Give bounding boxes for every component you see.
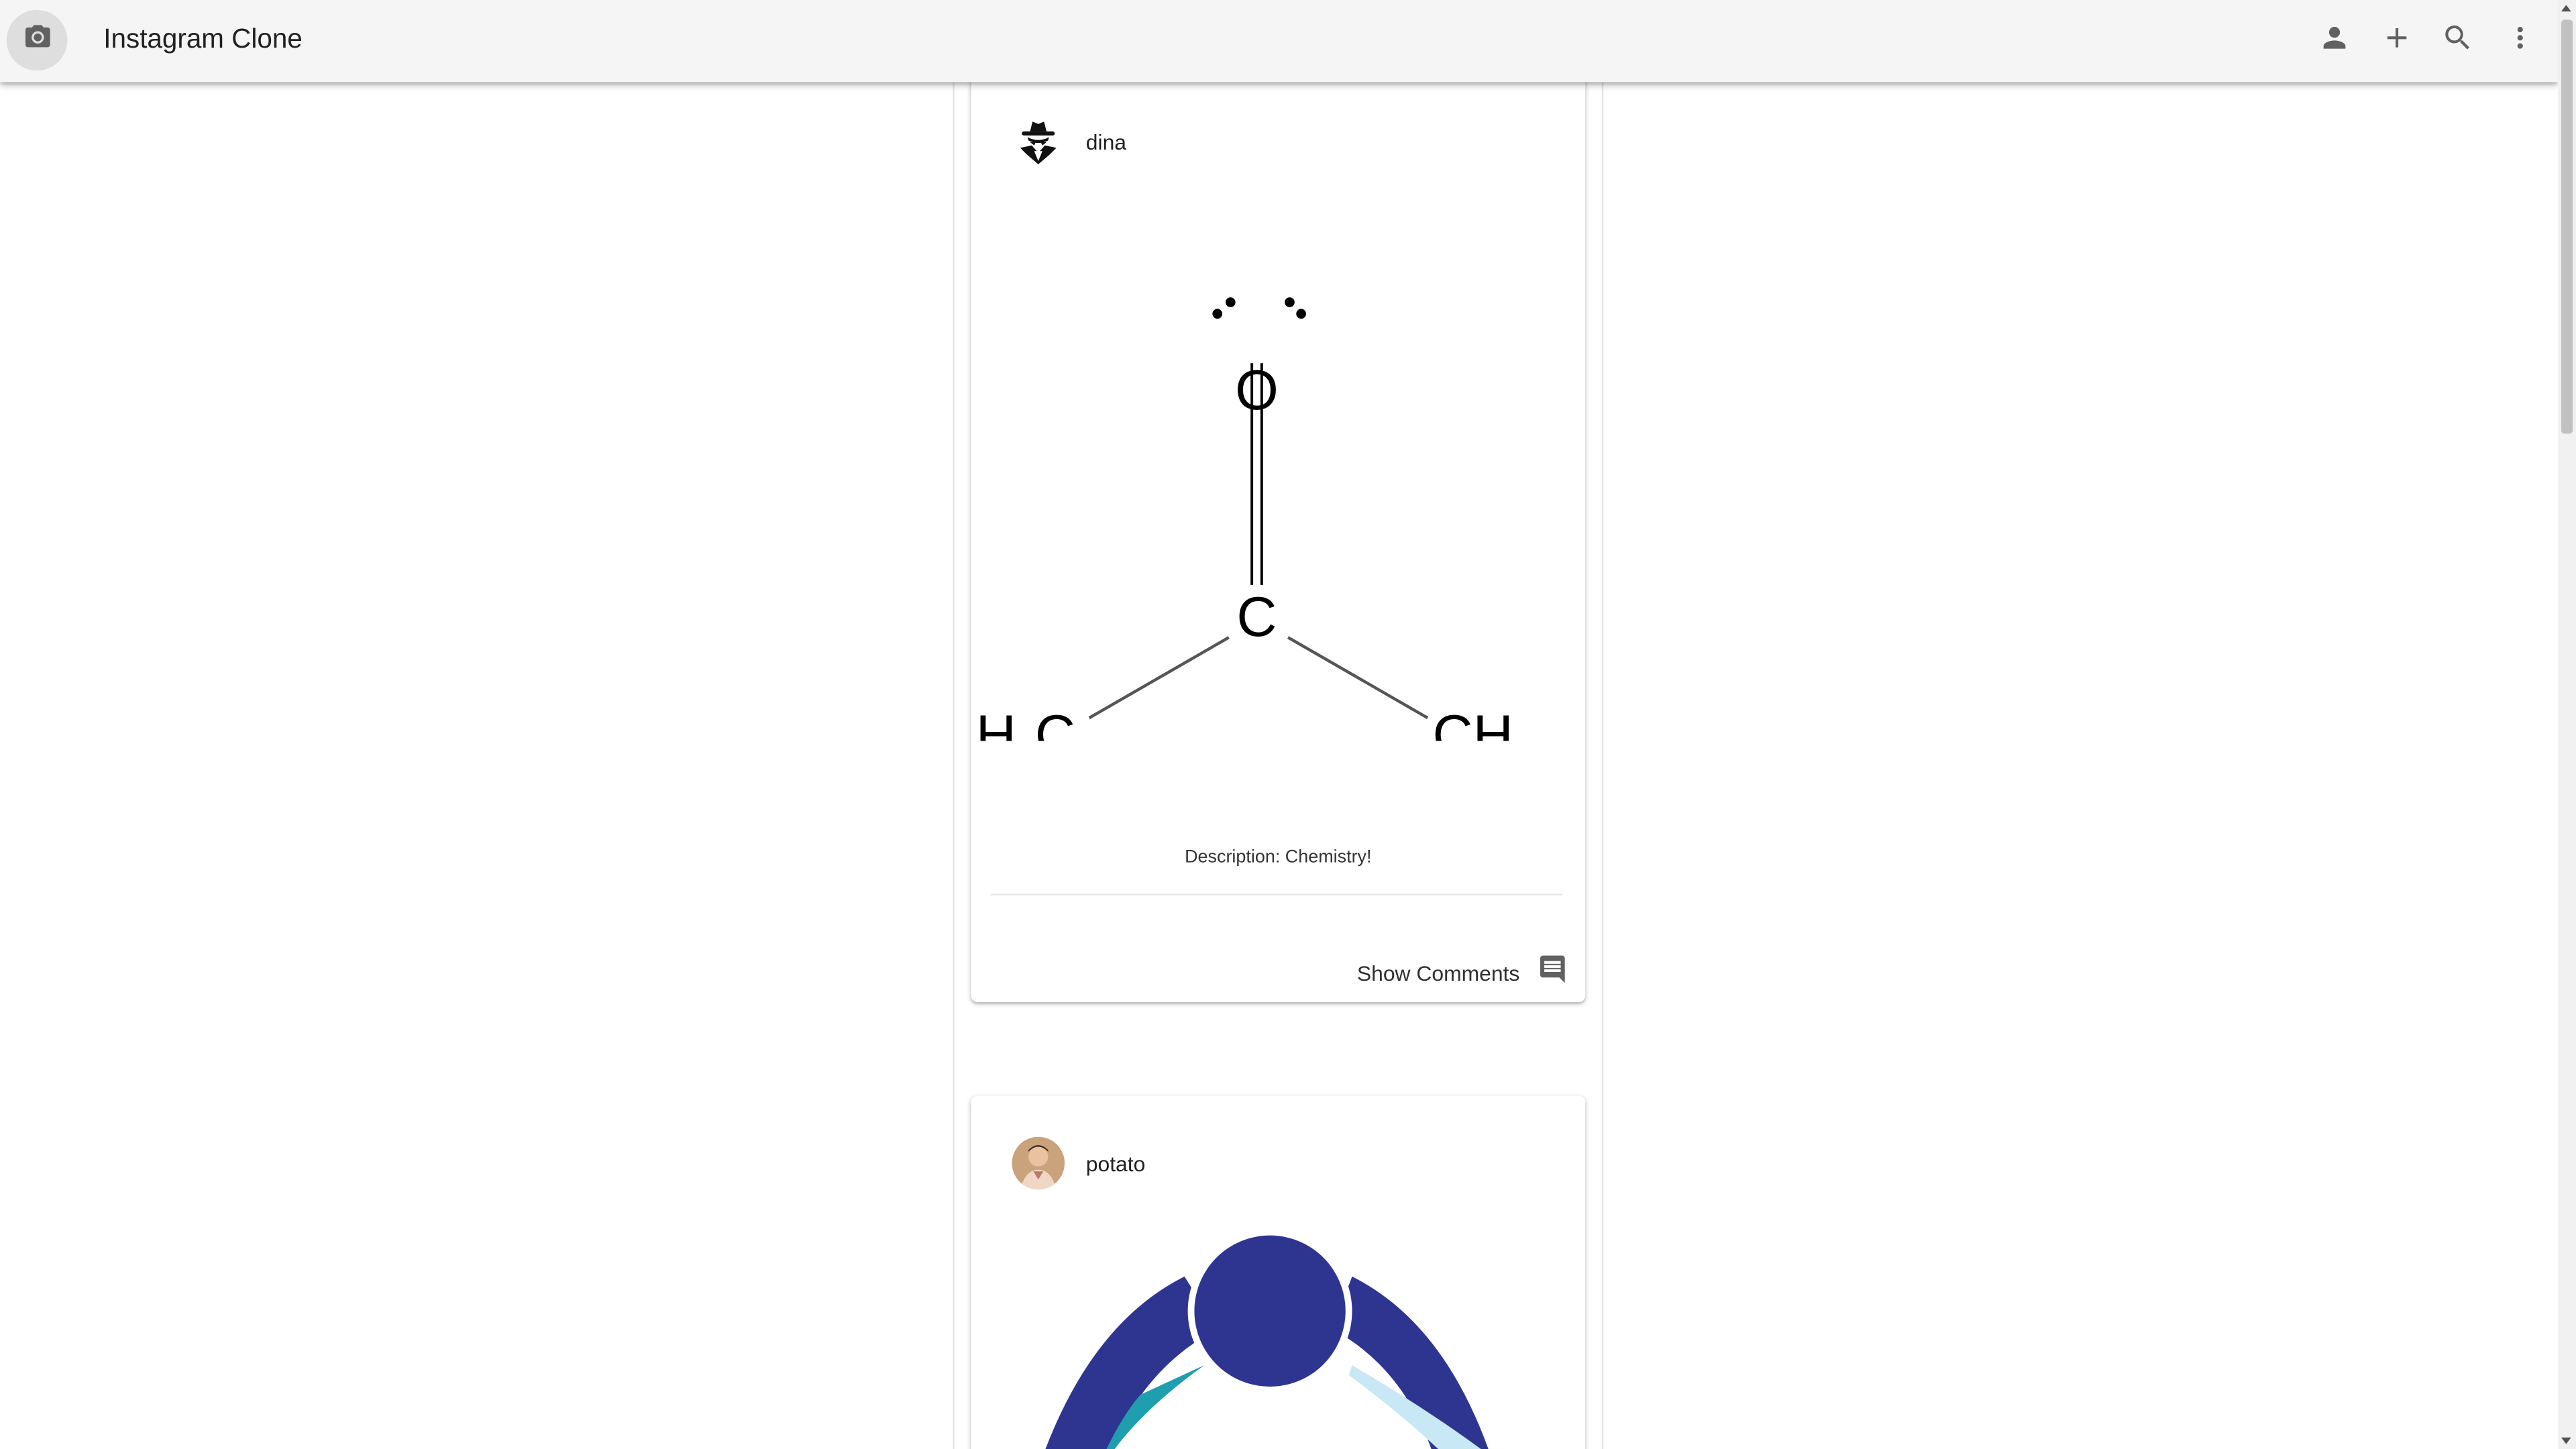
- post-header: potato: [1012, 1134, 1538, 1193]
- camera-icon: [22, 21, 52, 59]
- logo-circle: [1194, 1235, 1346, 1387]
- add-post-button[interactable]: [2377, 21, 2417, 61]
- post-header: dina: [1012, 112, 1538, 171]
- scroll-up-arrow[interactable]: [2561, 5, 2571, 12]
- scroll-down-arrow[interactable]: [2561, 1437, 2571, 1444]
- show-comments-button[interactable]: Show Comments: [1357, 953, 1569, 994]
- show-comments-label: Show Comments: [1356, 961, 1520, 986]
- post-username[interactable]: dina: [1086, 129, 1126, 154]
- post-description: Description: Chemistry!: [1185, 847, 1372, 868]
- methyl-left-c: C: [1035, 704, 1075, 741]
- app-bar: Instagram Clone: [0, 0, 2559, 83]
- search-button[interactable]: [2438, 21, 2477, 61]
- more-vert-icon: [2504, 21, 2536, 62]
- methyl-right-ch: CH: [1433, 704, 1513, 741]
- oxygen-label: O: [1235, 359, 1279, 421]
- page-scrollbar[interactable]: [2558, 0, 2576, 1449]
- plus-icon: [2381, 21, 2414, 62]
- logo-button[interactable]: [6, 9, 68, 71]
- molecule-diagram: O C H 3 C CH 3: [976, 297, 1536, 775]
- spy-icon[interactable]: [1012, 115, 1065, 167]
- lone-pair-dot: [1285, 297, 1295, 307]
- app-title: Instagram Clone: [103, 24, 303, 54]
- lone-pair-dot: [1296, 309, 1306, 319]
- scroll-thumb[interactable]: [2561, 19, 2573, 434]
- post-card: dina O C H 3 C CH: [971, 59, 1586, 1002]
- methyl-left-h: H: [976, 704, 1016, 741]
- lone-pair-dot: [1225, 297, 1236, 307]
- single-bond-left: [1088, 636, 1230, 720]
- post-image-logo: [971, 1227, 1585, 1449]
- profile-button[interactable]: [2315, 21, 2355, 61]
- single-bond-right: [1287, 636, 1429, 720]
- search-icon: [2441, 21, 2474, 62]
- app-root: Instagram Clone dina O C H C CH Descript…: [0, 0, 2576, 1449]
- post-username[interactable]: potato: [1086, 1151, 1146, 1176]
- post-card: potato: [971, 1095, 1586, 1449]
- more-options-button[interactable]: [2500, 21, 2540, 61]
- divider: [990, 894, 1562, 896]
- lone-pair-dot: [1212, 309, 1223, 319]
- logo-figure: [1045, 1228, 1489, 1449]
- carbon-label: C: [1236, 586, 1277, 648]
- post-image-acetone: O C H 3 C CH 3: [971, 264, 1585, 775]
- person-icon: [2318, 21, 2351, 62]
- comment-icon: [1536, 953, 1569, 994]
- user-photo-avatar[interactable]: [1012, 1136, 1065, 1190]
